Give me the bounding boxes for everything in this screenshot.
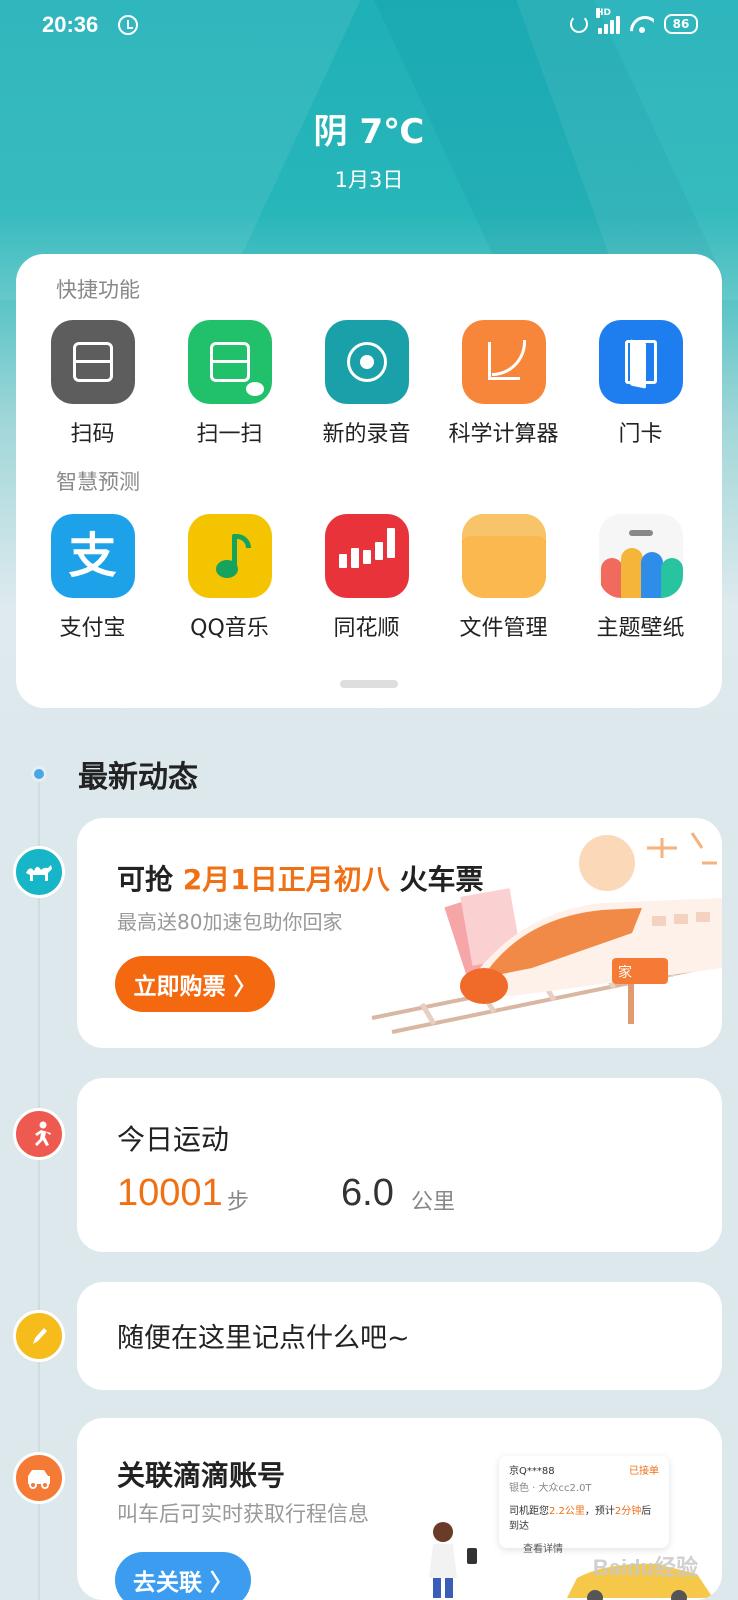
steps-unit: 步 (227, 1190, 250, 1215)
qq-music-icon (187, 514, 272, 598)
alipay-icon: 支 (50, 514, 135, 598)
feed-title: 最新动态 (78, 760, 198, 795)
baidu-watermark: Baidu经验 (592, 1555, 698, 1580)
wifi-icon (630, 14, 654, 34)
app-label: QQ音乐 (190, 616, 269, 641)
network-type: HD (596, 8, 612, 18)
shortcut-panel: 快捷功能 扫码 扫一扫 新的录音 科学计算器 门卡 智慧预测 支 支付宝 QQ音… (16, 254, 722, 708)
app-recorder[interactable]: 新的录音 (298, 320, 435, 448)
app-alipay[interactable]: 支 支付宝 (24, 514, 161, 642)
panel-drag-handle[interactable] (340, 680, 398, 688)
tonghuashun-icon (324, 514, 409, 598)
distance-value: 6.0 (341, 1172, 394, 1214)
app-label: 门卡 (618, 422, 663, 447)
camel-icon (13, 846, 65, 898)
app-label: 文件管理 (459, 616, 548, 641)
app-label: 支付宝 (59, 616, 126, 641)
quick-functions-label: 快捷功能 (56, 278, 140, 302)
status-icons: HD 86 (570, 8, 698, 34)
didi-illustration (429, 1522, 713, 1600)
battery-icon: 86 (664, 14, 698, 34)
app-theme[interactable]: 主题壁纸 (572, 514, 709, 642)
svg-text:家: 家 (618, 964, 632, 981)
app-calculator[interactable]: 科学计算器 (435, 320, 572, 448)
sync-icon (570, 15, 588, 33)
app-tonghuashun[interactable]: 同花顺 (298, 514, 435, 642)
smart-prediction-row: 支 支付宝 QQ音乐 同花顺 文件管理 主题壁纸 (16, 514, 722, 642)
calculator-icon (461, 320, 546, 404)
signal-icon: HD (596, 8, 620, 34)
timeline-dot (31, 766, 47, 782)
distance-unit: 公里 (411, 1190, 456, 1215)
app-label: 扫一扫 (196, 422, 263, 447)
note-card[interactable]: 随便在这里记点什么吧~ (77, 1282, 722, 1390)
buy-ticket-button[interactable]: 立即购票 〉 (115, 956, 275, 1012)
pencil-icon (13, 1310, 65, 1362)
app-label: 主题壁纸 (596, 616, 685, 641)
didi-card[interactable]: 关联滴滴账号 叫车后可实时获取行程信息 去关联 〉 京Q***88 已接单 银色 … (77, 1418, 722, 1600)
app-scan[interactable]: 扫码 (24, 320, 161, 448)
scan-icon (50, 320, 135, 404)
theme-icon (598, 514, 683, 598)
sport-card[interactable]: 今日运动 10001 步 6.0 公里 (77, 1078, 722, 1252)
app-door-card[interactable]: 门卡 (572, 320, 709, 448)
date-text: 1月3日 (334, 168, 404, 192)
smart-prediction-label: 智慧预测 (56, 470, 140, 494)
sport-title: 今日运动 (117, 1123, 230, 1156)
status-bar: 20:36 HD 86 (0, 8, 738, 48)
app-label: 新的录音 (322, 422, 411, 447)
preview-plate: 京Q***88 (509, 1466, 555, 1477)
running-icon (13, 1108, 65, 1160)
status-time: 20:36 (42, 12, 99, 37)
door-card-icon (598, 320, 683, 404)
app-wechat-scan[interactable]: 扫一扫 (161, 320, 298, 448)
weather-text[interactable]: 阴 7℃ (0, 104, 738, 153)
recorder-icon (324, 320, 409, 404)
didi-subtitle: 叫车后可实时获取行程信息 (117, 1502, 369, 1526)
train-ticket-card[interactable]: 可抢 2月1日正月初八 火车票 最高送80加速包助你回家 立即购票 〉 家 (77, 818, 722, 1048)
link-didi-button[interactable]: 去关联 〉 (115, 1552, 251, 1600)
app-qq-music[interactable]: QQ音乐 (161, 514, 298, 642)
car-icon (13, 1452, 65, 1504)
note-placeholder: 随便在这里记点什么吧~ (117, 1323, 410, 1354)
file-manager-icon (461, 514, 546, 598)
steps-value: 10001 (117, 1172, 223, 1214)
preview-car: 银色 · 大众cc2.0T (509, 1483, 592, 1494)
app-label: 科学计算器 (448, 422, 559, 447)
quick-functions-row: 扫码 扫一扫 新的录音 科学计算器 门卡 (16, 320, 722, 448)
app-file-manager[interactable]: 文件管理 (435, 514, 572, 642)
wechat-scan-icon (187, 320, 272, 404)
train-illustration: 家 (371, 832, 722, 1034)
app-label: 同花顺 (333, 616, 400, 641)
app-label: 扫码 (70, 422, 115, 447)
alarm-icon (118, 15, 138, 35)
preview-status: 已接单 (629, 1466, 659, 1477)
train-card-subtitle: 最高送80加速包助你回家 (117, 910, 343, 934)
didi-title: 关联滴滴账号 (117, 1459, 286, 1492)
